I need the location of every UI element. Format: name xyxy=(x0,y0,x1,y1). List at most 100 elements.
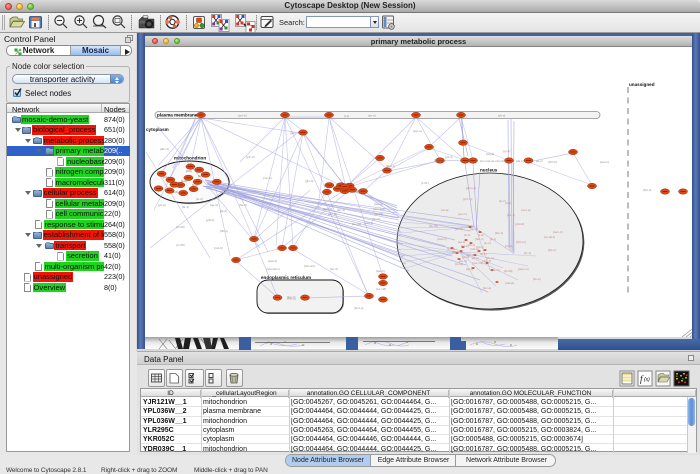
svg-text:[lo-2]: [lo-2] xyxy=(196,197,203,201)
svg-text:[sec-a]: [sec-a] xyxy=(374,202,383,206)
svg-text:[GO-aa1]: [GO-aa1] xyxy=(373,207,386,211)
svg-text:[ps-a]: [ps-a] xyxy=(368,114,376,118)
svg-text:[pp-1]: [pp-1] xyxy=(470,227,478,231)
svg-text:[GO-m]: [GO-m] xyxy=(516,240,526,244)
svg-text:[jk-1]: [jk-1] xyxy=(490,237,497,241)
svg-text:[ij-a]: [ij-a] xyxy=(478,233,484,237)
svg-text:[kt-1]: [kt-1] xyxy=(536,159,543,163)
svg-text:[GO-b]: [GO-b] xyxy=(548,160,557,164)
svg-text:[m4]: [m4] xyxy=(172,190,178,194)
svg-text:cytoplasm: cytoplasm xyxy=(146,127,169,132)
svg-text:[mn-a]: [mn-a] xyxy=(455,262,463,266)
svg-text:[mm-a]: [mm-a] xyxy=(521,208,530,212)
svg-text:[rt-2]: [rt-2] xyxy=(505,201,511,205)
svg-text:[md-w]: [md-w] xyxy=(505,281,514,285)
svg-text:[iu-2]: [iu-2] xyxy=(484,241,491,245)
svg-text:[ydd-4]: [ydd-4] xyxy=(515,222,524,226)
svg-text:[rc-00]: [rc-00] xyxy=(176,243,185,247)
svg-text:[z-01]: [z-01] xyxy=(421,181,429,185)
svg-text:[bb-2]: [bb-2] xyxy=(468,243,475,247)
svg-text:[kt-09]: [kt-09] xyxy=(504,269,513,273)
svg-text:[ydr-2]: [ydr-2] xyxy=(246,155,255,159)
svg-text:[bb-2]: [bb-2] xyxy=(220,229,228,233)
svg-text:[gw]: [gw] xyxy=(290,131,296,135)
svg-text:[ydl-1]: [ydl-1] xyxy=(206,218,214,222)
svg-text:[ca-m8]: [ca-m8] xyxy=(376,287,386,291)
svg-text:(x): (x) xyxy=(644,377,650,383)
svg-text:[wa-m]: [wa-m] xyxy=(600,160,609,164)
svg-text:nucleus: nucleus xyxy=(480,168,498,173)
svg-text:[la-m]: [la-m] xyxy=(492,268,500,272)
svg-text:[brr-2]: [brr-2] xyxy=(337,208,345,212)
svg-text:[wes-m]: [wes-m] xyxy=(518,267,529,271)
svg-text:[km-2]: [km-2] xyxy=(447,247,455,251)
svg-text:[yy-1]: [yy-1] xyxy=(503,149,511,153)
svg-text:[wt-04]: [wt-04] xyxy=(374,212,383,216)
svg-text:[klm-1]: [klm-1] xyxy=(386,164,395,168)
svg-text:[gh-m]: [gh-m] xyxy=(486,256,494,260)
svg-text:[hi-2]: [hi-2] xyxy=(464,233,470,237)
svg-text:[pur-1]: [pur-1] xyxy=(458,212,467,216)
svg-text:[abm-a]: [abm-a] xyxy=(466,186,476,190)
svg-text:[md-0]: [md-0] xyxy=(214,246,223,250)
svg-text:[da-1]: [da-1] xyxy=(516,159,524,163)
svg-text:[bnd-p]: [bnd-p] xyxy=(354,306,364,310)
svg-text:[m5]: [m5] xyxy=(198,174,204,178)
svg-text:[abc-1]: [abc-1] xyxy=(160,147,169,151)
svg-text:[ml-c]: [ml-c] xyxy=(445,155,452,159)
svg-text:[br-wt]: [br-wt] xyxy=(372,217,381,221)
svg-text:[co-ab1]: [co-ab1] xyxy=(544,235,555,239)
svg-text:[bin-c]: [bin-c] xyxy=(288,296,296,300)
svg-text:[ydd-1]: [ydd-1] xyxy=(364,221,373,225)
svg-text:[kb-a]: [kb-a] xyxy=(434,158,442,162)
svg-text:[bst-2]: [bst-2] xyxy=(643,188,652,192)
svg-text:[retendon]: [retendon] xyxy=(266,267,280,271)
svg-text:[tri-1]: [tri-1] xyxy=(524,251,531,255)
svg-text:[rc-09]: [rc-09] xyxy=(176,225,185,229)
svg-text:[wat-1]: [wat-1] xyxy=(268,259,277,263)
svg-text:[t-a]: [t-a] xyxy=(344,114,349,118)
svg-text:[wat-m]: [wat-m] xyxy=(437,237,447,241)
svg-text:[ha-4]: [ha-4] xyxy=(239,203,247,207)
svg-text:[fin-2]: [fin-2] xyxy=(533,277,541,281)
svg-text:[bw-1]: [bw-1] xyxy=(495,231,503,235)
svg-text:[chr-a]: [chr-a] xyxy=(328,212,337,216)
svg-text:[cd-m]: [cd-m] xyxy=(476,245,484,249)
svg-text:plasma membrane: plasma membrane xyxy=(157,113,198,118)
svg-text:[xk-a]: [xk-a] xyxy=(441,208,449,212)
svg-text:[GO-a4]: [GO-a4] xyxy=(304,264,315,268)
svg-text:[de-3]: [de-3] xyxy=(462,255,469,259)
svg-text:[kk-02]: [kk-02] xyxy=(429,224,438,228)
svg-text:[ef-a]: [ef-a] xyxy=(472,256,479,260)
svg-text:[qe-3]: [qe-3] xyxy=(210,203,218,207)
svg-text:[ter-0]: [ter-0] xyxy=(330,267,338,271)
svg-text:unassigned: unassigned xyxy=(629,82,655,87)
svg-text:[tm-09]: [tm-09] xyxy=(323,207,333,211)
svg-text:[ya-a]: [ya-a] xyxy=(158,203,166,207)
svg-text:[top-a]: [top-a] xyxy=(413,129,422,133)
svg-text:[m1]: [m1] xyxy=(163,175,169,179)
svg-text:[yhr-m]: [yhr-m] xyxy=(463,197,472,201)
svg-text:[hdr-1]: [hdr-1] xyxy=(475,237,484,241)
svg-text:[m6]: [m6] xyxy=(186,169,192,173)
svg-text:[ba-2]: [ba-2] xyxy=(548,248,556,252)
svg-text:[prs-b]: [prs-b] xyxy=(238,114,247,118)
svg-text:[mn-2]: [mn-2] xyxy=(263,176,272,180)
svg-text:[yk-c]: [yk-c] xyxy=(498,114,505,118)
svg-text:[m3]: [m3] xyxy=(192,183,198,187)
svg-text:[loc-a]: [loc-a] xyxy=(483,286,491,290)
svg-text:[str-b]: [str-b] xyxy=(455,227,463,231)
svg-text:[fre-1]: [fre-1] xyxy=(507,213,515,217)
svg-text:[np-1]: [np-1] xyxy=(466,267,473,271)
svg-text:[ghi-4]: [ghi-4] xyxy=(305,179,314,183)
svg-text:[lo-out]: [lo-out] xyxy=(352,222,361,226)
svg-text:[m2]: [m2] xyxy=(181,179,187,183)
svg-text:[wq-2]: [wq-2] xyxy=(486,152,494,156)
svg-text:[br-1]: [br-1] xyxy=(182,205,189,209)
svg-text:[fa-2]: [fa-2] xyxy=(220,209,227,213)
svg-text:[aa-1]: [aa-1] xyxy=(458,240,465,244)
svg-text:[tri-mod-ds-rdm-0]: [tri-mod-ds-rdm-0] xyxy=(480,159,504,163)
svg-text:[cc-a]: [cc-a] xyxy=(505,244,513,248)
svg-text:[rem-2]: [rem-2] xyxy=(553,230,563,234)
svg-text:[ww-2]: [ww-2] xyxy=(376,269,385,273)
